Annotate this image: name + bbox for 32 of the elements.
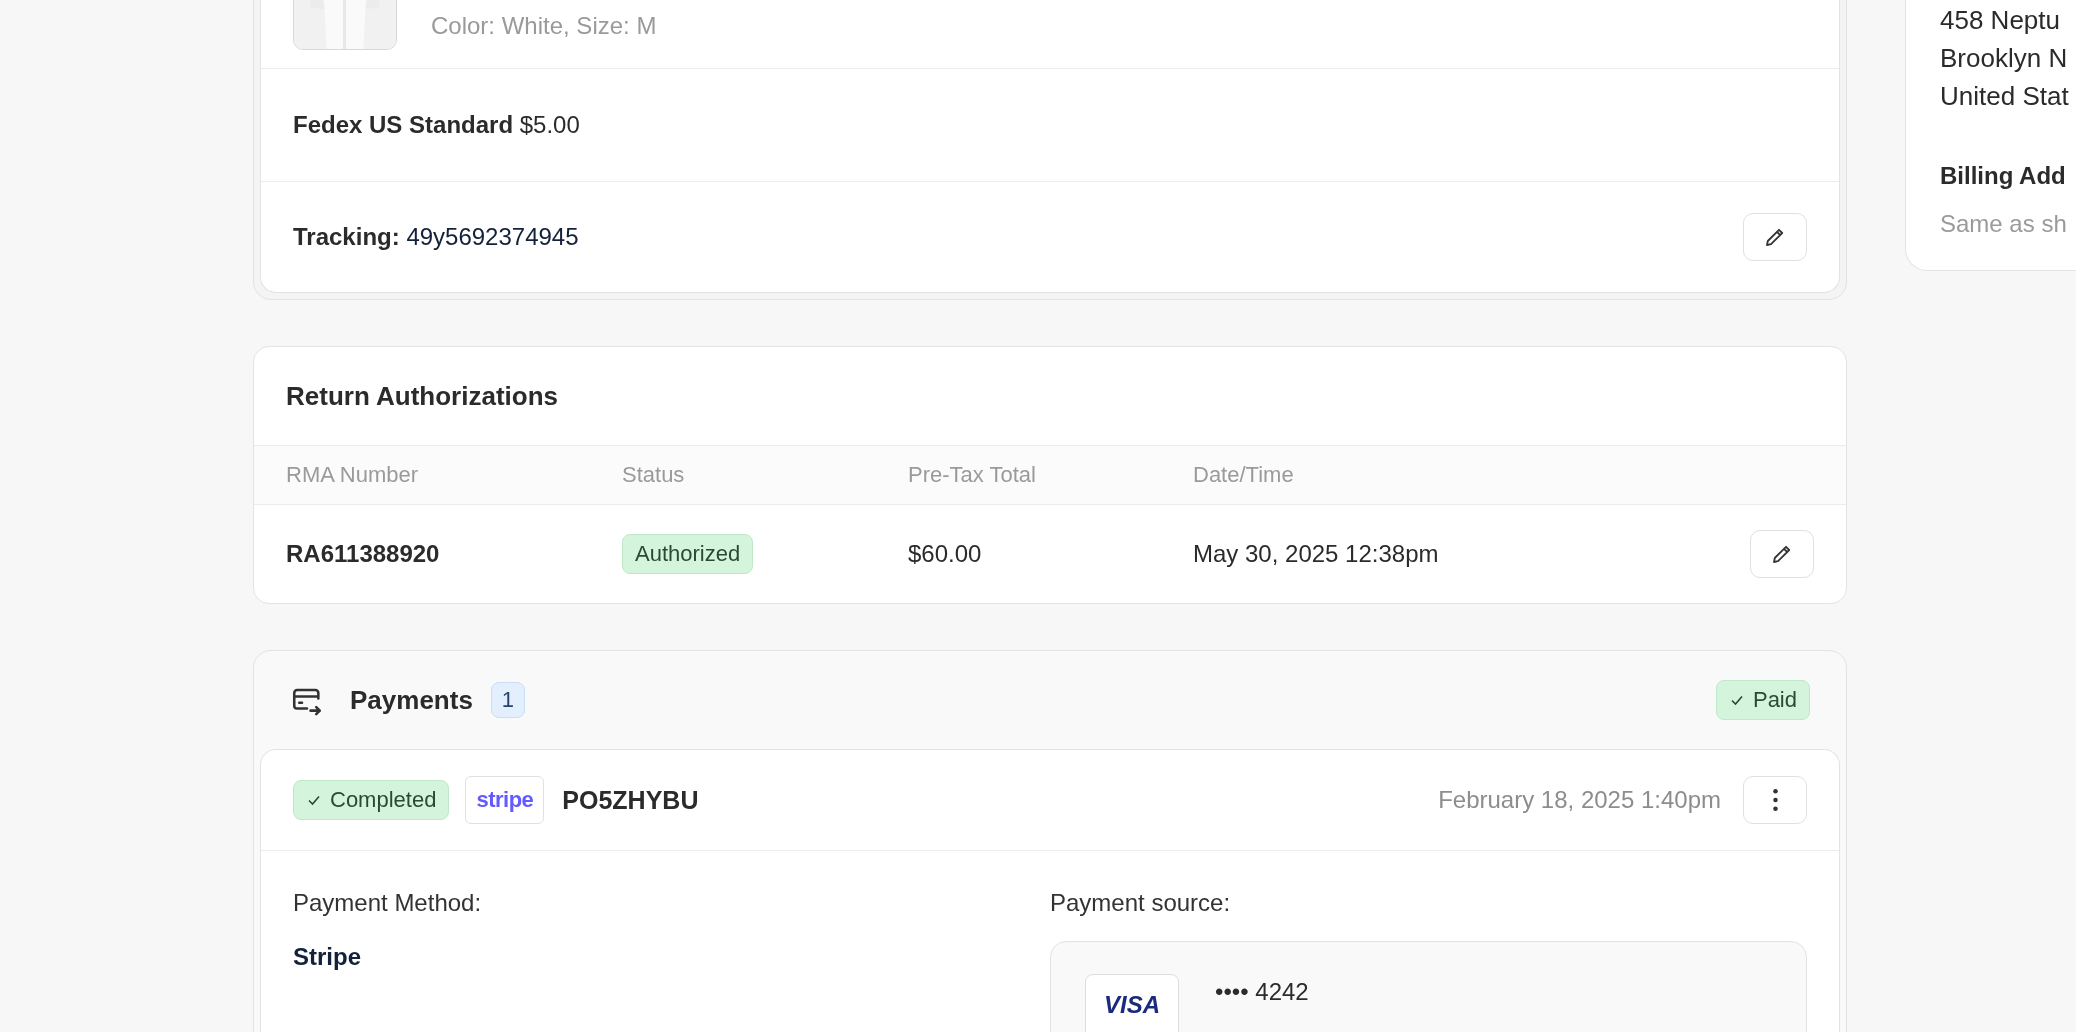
address-line: 458 Neptu [1940,4,2061,37]
badge-text: Completed [330,787,437,813]
field-label: Payment Method: [293,889,483,917]
card-number: •••• 4242 [1215,978,1309,1006]
payment-date: February 18, 2025 1:40pm [1438,786,1721,814]
payment-method: Stripe [293,943,362,971]
column-header: RMA Number [286,462,420,488]
column-header: Date/Time [1193,462,1295,488]
table-cell-text: $60.00 [908,540,983,568]
count-badge: 1 [490,682,526,718]
section-title: Return Authorizations [286,380,559,412]
status-badge: Authorized [622,534,754,574]
more-icon [1772,789,1778,811]
address-line: Brooklyn N [1940,42,2069,75]
tracking-text: Tracking: 49y5692374945 [293,223,579,251]
card-brand-logo: VISA [1085,974,1179,1032]
edit-button[interactable] [1743,213,1807,261]
badge-text: Paid [1752,687,1797,713]
edit-button[interactable] [1750,530,1814,578]
rma-number: RA611388920 [286,540,441,568]
billing-title: Billing Add [1940,161,2067,191]
billing-value: Same as sh [1940,209,2068,239]
payment-id: PO5ZHYBU [562,785,699,815]
address-line: United Stat [1940,80,2070,113]
provider-logo: stripe [465,776,545,824]
shipping-method: Fedex US Standard $5.00 [293,111,580,139]
field-label: Payment source: [1050,889,1232,917]
column-header: Status [622,462,686,488]
section-title: Payments [350,684,473,716]
table-cell-text: May 30, 2025 12:38pm [1193,540,1440,568]
column-header: Pre-Tax Total [908,462,1037,488]
variant-text: Color: White, Size: M [431,12,657,40]
